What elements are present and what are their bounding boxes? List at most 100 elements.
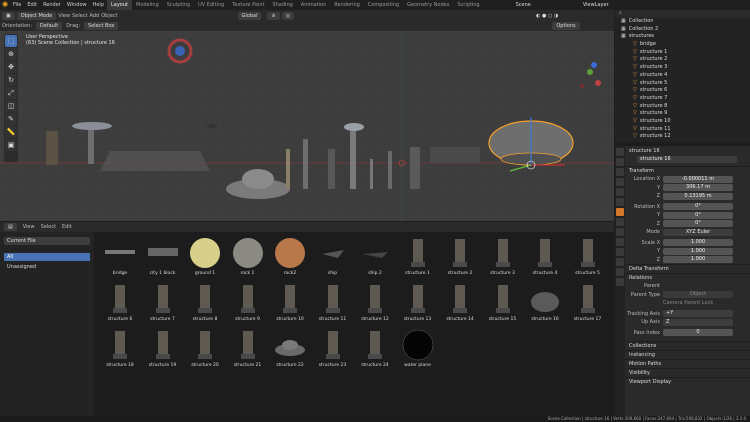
move-tool-icon[interactable]: ✥ xyxy=(5,61,17,73)
category-unassigned[interactable]: Unassigned xyxy=(4,263,90,271)
rotate-tool-icon[interactable]: ↻ xyxy=(5,74,17,86)
object-tab-icon[interactable] xyxy=(616,208,624,216)
drag-dropdown[interactable]: Select Box xyxy=(84,22,119,30)
outliner-row[interactable]: ▽ structure 3 xyxy=(615,64,750,72)
blender-logo-icon[interactable]: ◉ xyxy=(0,0,10,10)
menu-window[interactable]: Window xyxy=(64,0,90,10)
outliner-row[interactable]: ▦ Collection 2 xyxy=(615,26,750,34)
motion-paths-header[interactable]: Motion Paths xyxy=(625,359,750,368)
menu-file[interactable]: File xyxy=(10,0,24,10)
tab-scripting[interactable]: Scripting xyxy=(453,0,483,10)
asset-item[interactable]: rock 1 xyxy=(227,236,269,280)
3d-viewport[interactable] xyxy=(0,31,614,221)
library-dropdown[interactable]: Current File xyxy=(4,237,90,245)
fb-menu-select[interactable]: Select xyxy=(41,223,56,231)
visibility-header[interactable]: Visibility xyxy=(625,368,750,377)
location-z-field[interactable]: 0.13195 m xyxy=(663,192,733,200)
editor-type-dropdown-2[interactable]: ▤ xyxy=(4,223,17,231)
menu-add[interactable]: Add xyxy=(90,12,100,20)
menu-object[interactable]: Object xyxy=(101,12,117,20)
tab-animation[interactable]: Animation xyxy=(297,0,331,10)
physics-tab-icon[interactable] xyxy=(616,238,624,246)
asset-item[interactable]: structure 24 xyxy=(354,328,396,372)
collections-header[interactable]: Collections xyxy=(625,341,750,350)
render-tab-icon[interactable] xyxy=(616,158,624,166)
asset-item[interactable]: structure 2 xyxy=(439,236,481,280)
outliner-row[interactable]: ▽ structure 4 xyxy=(615,72,750,80)
cursor-tool-icon[interactable]: ⊕ xyxy=(5,48,17,60)
asset-item[interactable]: structure 11 xyxy=(312,282,354,326)
menu-help[interactable]: Help xyxy=(90,0,107,10)
location-y-field[interactable]: 306.17 m xyxy=(663,184,733,192)
asset-item[interactable]: structure 21 xyxy=(227,328,269,372)
asset-item[interactable]: ship xyxy=(312,236,354,280)
outliner-search-icon[interactable]: ⌕ xyxy=(615,10,622,16)
outliner-row[interactable]: ▽ structure 7 xyxy=(615,95,750,103)
add-cube-tool-icon[interactable]: ▣ xyxy=(5,139,17,151)
asset-item[interactable]: structure 20 xyxy=(184,328,226,372)
outliner-row[interactable]: ▽ structure 10 xyxy=(615,118,750,126)
menu-edit[interactable]: Edit xyxy=(24,0,40,10)
rotation-z-field[interactable]: 0° xyxy=(663,220,733,228)
up-axis-dropdown[interactable]: Z xyxy=(663,318,733,326)
asset-item[interactable]: structure 4 xyxy=(524,236,566,280)
outliner-row[interactable]: ▽ structure 11 xyxy=(615,126,750,134)
tab-modeling[interactable]: Modeling xyxy=(132,0,163,10)
asset-item[interactable]: ground 1 xyxy=(184,236,226,280)
scale-tool-icon[interactable]: ⤢ xyxy=(5,87,17,99)
asset-item[interactable]: structure 16 xyxy=(524,282,566,326)
measure-tool-icon[interactable]: 📏 xyxy=(5,126,17,138)
transform-tool-icon[interactable]: ◫ xyxy=(5,100,17,112)
asset-item[interactable]: structure 5 xyxy=(567,236,609,280)
viewport-shading-icons[interactable]: ◐ ● ○ ◑ xyxy=(536,13,558,19)
data-tab-icon[interactable] xyxy=(616,258,624,266)
tab-sculpting[interactable]: Sculpting xyxy=(163,0,194,10)
outliner-row[interactable]: ▽ structure 6 xyxy=(615,87,750,95)
outliner-row[interactable]: ▦ Collection xyxy=(615,18,750,26)
fb-menu-edit[interactable]: Edit xyxy=(62,223,72,231)
asset-item[interactable]: structure 18 xyxy=(99,328,141,372)
tab-compositing[interactable]: Compositing xyxy=(364,0,403,10)
tab-uv-editing[interactable]: UV Editing xyxy=(194,0,228,10)
tracking-axis-dropdown[interactable]: +Y xyxy=(663,310,733,318)
outliner-row[interactable]: ▽ structure 2 xyxy=(615,56,750,64)
parent-type-dropdown[interactable]: Object xyxy=(663,291,733,299)
asset-item[interactable]: structure 19 xyxy=(142,328,184,372)
instancing-header[interactable]: Instancing xyxy=(625,350,750,359)
asset-item[interactable]: water plane xyxy=(397,328,439,372)
particles-tab-icon[interactable] xyxy=(616,228,624,236)
scale-x-field[interactable]: 1.000 xyxy=(663,239,733,247)
delta-transform-header[interactable]: Delta Transform xyxy=(625,264,750,273)
asset-item[interactable]: structure 9 xyxy=(227,282,269,326)
outliner-row[interactable]: ▽ bridge xyxy=(615,41,750,49)
asset-item[interactable]: structure 3 xyxy=(482,236,524,280)
outliner-row[interactable]: ▦ structures xyxy=(615,33,750,41)
tab-texture-paint[interactable]: Texture Paint xyxy=(228,0,268,10)
asset-item[interactable]: structure 10 xyxy=(269,282,311,326)
location-x-field[interactable]: -0.000011 m xyxy=(663,175,733,183)
tab-rendering[interactable]: Rendering xyxy=(330,0,364,10)
asset-item[interactable]: structure 22 xyxy=(269,328,311,372)
viewlayer-selector[interactable]: ViewLayer xyxy=(583,2,609,8)
outliner-row[interactable]: ▽ structure 12 xyxy=(615,133,750,141)
asset-item[interactable]: ship 2 xyxy=(354,236,396,280)
select-tool-icon[interactable]: ⬚ xyxy=(5,35,17,47)
tab-shading[interactable]: Shading xyxy=(268,0,296,10)
camera-parent-lock-checkbox[interactable]: Camera Parent Lock xyxy=(663,300,713,306)
transform-panel-header[interactable]: Transform xyxy=(625,166,750,175)
editor-type-dropdown[interactable]: ▣ xyxy=(2,11,15,20)
asset-item[interactable]: structure 15 xyxy=(482,282,524,326)
scale-y-field[interactable]: 1.000 xyxy=(663,247,733,255)
scale-z-field[interactable]: 1.000 xyxy=(663,256,733,264)
rotation-x-field[interactable]: 0° xyxy=(663,203,733,211)
asset-item[interactable]: city 1 block xyxy=(142,236,184,280)
world-tab-icon[interactable] xyxy=(616,198,624,206)
options-dropdown[interactable]: Options xyxy=(552,22,580,30)
annotate-tool-icon[interactable]: ✎ xyxy=(5,113,17,125)
asset-item[interactable]: structure 8 xyxy=(184,282,226,326)
tab-layout[interactable]: Layout xyxy=(107,0,132,10)
output-tab-icon[interactable] xyxy=(616,168,624,176)
snap-icon[interactable]: ⋔ xyxy=(267,11,280,20)
menu-select[interactable]: Select xyxy=(72,12,87,20)
asset-item[interactable]: structure 17 xyxy=(567,282,609,326)
